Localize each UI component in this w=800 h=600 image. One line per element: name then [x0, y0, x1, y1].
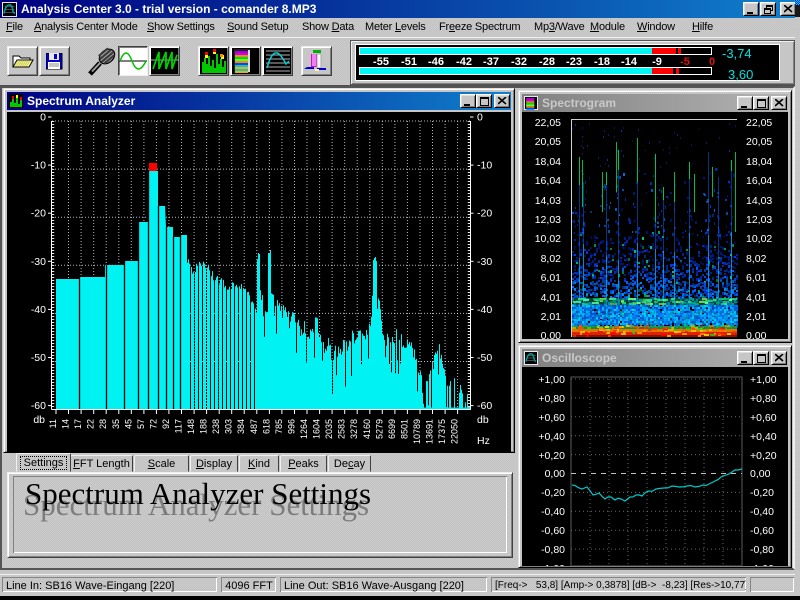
svg-text:18,04: 18,04: [746, 156, 772, 168]
svg-text:-0,40: -0,40: [750, 506, 774, 518]
svg-text:785: 785: [274, 419, 284, 434]
svg-text:238: 238: [211, 419, 221, 434]
svg-text:+1,00: +1,00: [538, 374, 565, 386]
svg-text:+0,20: +0,20: [538, 450, 565, 462]
svg-text:6,01: 6,01: [541, 272, 562, 284]
svg-text:72: 72: [148, 419, 158, 429]
svg-text:-0,40: -0,40: [541, 506, 565, 518]
svg-text:17: 17: [73, 419, 83, 429]
svg-text:6699: 6699: [387, 419, 397, 439]
svg-text:2,01: 2,01: [746, 311, 767, 323]
svg-text:-50: -50: [31, 352, 46, 364]
svg-text:-0,20: -0,20: [750, 487, 774, 499]
svg-text:303: 303: [224, 419, 234, 434]
svg-text:10,02: 10,02: [535, 233, 561, 245]
svg-text:-20: -20: [31, 208, 46, 220]
svg-text:28: 28: [98, 419, 108, 429]
svg-text:22,05: 22,05: [746, 117, 772, 129]
svg-text:1264: 1264: [299, 419, 309, 439]
svg-text:-30: -30: [477, 256, 492, 268]
svg-text:618: 618: [261, 419, 271, 434]
svg-text:-30: -30: [31, 256, 46, 268]
svg-text:14,03: 14,03: [535, 195, 561, 207]
svg-text:57: 57: [136, 419, 146, 429]
svg-text:12,03: 12,03: [746, 214, 772, 226]
svg-text:14: 14: [61, 419, 71, 429]
svg-text:2,01: 2,01: [541, 311, 562, 323]
svg-text:-40: -40: [477, 304, 492, 316]
svg-text:996: 996: [287, 419, 297, 434]
svg-text:+0,60: +0,60: [538, 412, 565, 424]
svg-text:+0,80: +0,80: [538, 393, 565, 405]
svg-text:18,04: 18,04: [535, 156, 561, 168]
svg-text:-0,60: -0,60: [541, 525, 565, 537]
svg-text:+0,60: +0,60: [750, 412, 777, 424]
svg-text:4,01: 4,01: [541, 292, 562, 304]
svg-text:45: 45: [123, 419, 133, 429]
svg-text:db: db: [477, 414, 489, 426]
svg-text:-0,20: -0,20: [541, 487, 565, 499]
svg-text:384: 384: [236, 419, 246, 434]
svg-text:11: 11: [48, 419, 58, 428]
svg-text:-0,80: -0,80: [541, 544, 565, 556]
svg-text:8,02: 8,02: [541, 253, 562, 265]
svg-text:10,02: 10,02: [746, 233, 772, 245]
svg-text:92: 92: [161, 419, 171, 429]
svg-text:487: 487: [249, 419, 259, 434]
svg-text:-10: -10: [31, 160, 46, 172]
svg-text:8,02: 8,02: [746, 253, 767, 265]
svg-text:Hz: Hz: [477, 435, 490, 447]
svg-text:+0,40: +0,40: [538, 431, 565, 443]
svg-text:0,00: 0,00: [746, 330, 767, 339]
svg-text:8501: 8501: [399, 419, 409, 439]
svg-text:-0,60: -0,60: [750, 525, 774, 537]
svg-text:16,04: 16,04: [746, 175, 772, 187]
svg-text:12,03: 12,03: [535, 214, 561, 226]
svg-text:+1,00: +1,00: [750, 374, 777, 386]
svg-text:0: 0: [40, 112, 46, 124]
svg-text:10789: 10789: [412, 419, 422, 444]
svg-text:13691: 13691: [425, 419, 435, 444]
svg-text:17375: 17375: [437, 419, 447, 444]
svg-text:2035: 2035: [324, 419, 334, 439]
svg-text:+0,80: +0,80: [750, 393, 777, 405]
svg-text:+0,40: +0,40: [750, 431, 777, 443]
svg-text:20,05: 20,05: [535, 136, 561, 148]
svg-text:+0,20: +0,20: [750, 450, 777, 462]
svg-text:6,01: 6,01: [746, 272, 767, 284]
svg-text:-10: -10: [477, 160, 492, 172]
svg-text:5279: 5279: [374, 419, 384, 439]
svg-text:0,00: 0,00: [541, 330, 562, 339]
svg-text:0: 0: [477, 112, 483, 124]
svg-text:22050: 22050: [450, 419, 460, 444]
svg-text:0,00: 0,00: [545, 468, 566, 480]
svg-text:117: 117: [174, 419, 184, 433]
svg-text:20,05: 20,05: [746, 136, 772, 148]
svg-text:-1,00: -1,00: [750, 563, 774, 566]
svg-text:2583: 2583: [337, 419, 347, 439]
svg-text:22,05: 22,05: [535, 117, 561, 129]
svg-text:22: 22: [86, 419, 96, 429]
svg-text:-60: -60: [31, 400, 46, 412]
svg-text:3278: 3278: [349, 419, 359, 439]
svg-text:35: 35: [111, 419, 121, 429]
svg-text:1604: 1604: [312, 419, 322, 439]
svg-text:4160: 4160: [362, 419, 372, 439]
svg-text:16,04: 16,04: [535, 175, 561, 187]
svg-text:-1,00: -1,00: [541, 563, 565, 566]
svg-text:148: 148: [186, 419, 196, 434]
svg-text:188: 188: [199, 419, 209, 434]
svg-text:-0,80: -0,80: [750, 544, 774, 556]
svg-text:0,00: 0,00: [750, 468, 771, 480]
svg-text:-40: -40: [31, 304, 46, 316]
svg-text:-50: -50: [477, 352, 492, 364]
svg-text:14,03: 14,03: [746, 195, 772, 207]
svg-text:-60: -60: [477, 400, 492, 412]
svg-text:-20: -20: [477, 208, 492, 220]
svg-text:4,01: 4,01: [746, 292, 767, 304]
svg-text:db: db: [33, 414, 45, 426]
